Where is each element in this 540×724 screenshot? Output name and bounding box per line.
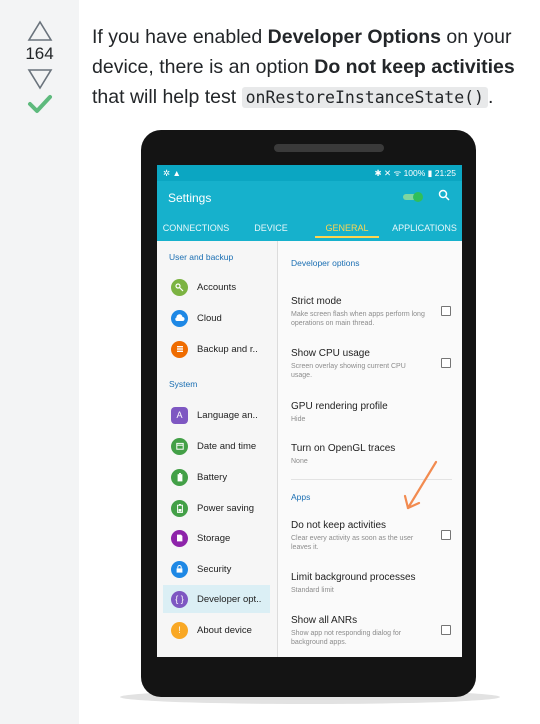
sidebar-item-label: Cloud (197, 312, 222, 324)
setting-title: Do not keep activities (291, 520, 387, 531)
power-saving-icon (171, 499, 188, 517)
cpu-usage-checkbox[interactable] (441, 358, 451, 368)
sidebar-item-accounts[interactable]: Accounts (167, 273, 272, 301)
section-user-backup: User and backup (169, 252, 234, 262)
setting-strict-mode[interactable]: Strict mode Make screen flash when apps … (291, 296, 451, 328)
answer-text-3: that will help test (92, 86, 242, 108)
sidebar-item-label: About device (197, 624, 252, 636)
tablet-speaker (274, 144, 384, 152)
status-right: ✱ ✕ ᯤ 100% ▮ 21:25 (374, 167, 456, 178)
cloud-icon (171, 309, 188, 327)
app-title: Settings (168, 191, 212, 205)
app-bar: Settings CONNECTIONS DEVICE GENERAL APPL… (157, 181, 462, 241)
setting-title: Show all ANRs (291, 615, 358, 626)
setting-show-cpu-usage[interactable]: Show CPU usage Screen overlay showing cu… (291, 348, 451, 380)
do-not-keep-activities-checkbox[interactable] (441, 530, 451, 540)
tab-device-label: DEVICE (254, 223, 288, 233)
answer-code: onRestoreInstanceState() (241, 87, 488, 108)
sidebar-item-label: Backup and r.. (197, 343, 258, 355)
answer-body: If you have enabled Developer Options on… (92, 22, 522, 113)
setting-subtitle: Hide (291, 416, 306, 423)
tab-connections[interactable]: CONNECTIONS (157, 218, 235, 241)
setting-subtitle: Clear every activity as soon as the user… (291, 535, 414, 551)
sidebar-item-label: Storage (197, 532, 231, 544)
setting-gpu-rendering-profile[interactable]: GPU rendering profile Hide (291, 401, 451, 424)
sidebar-item-label: Battery (197, 471, 228, 483)
setting-limit-background-processes[interactable]: Limit background processes Standard limi… (291, 572, 451, 595)
tab-bar: CONNECTIONS DEVICE GENERAL APPLICATIONS (157, 218, 462, 241)
sidebar-item-label: Accounts (197, 281, 237, 293)
sidebar-item-label: Language an.. (197, 409, 258, 421)
sidebar-item-about-device[interactable]: ! About device (167, 616, 272, 644)
info-icon: ! (171, 621, 188, 639)
key-icon (171, 278, 188, 296)
tab-applications[interactable]: APPLICATIONS (387, 218, 462, 241)
header-developer-options: Developer options (291, 258, 360, 268)
setting-subtitle: Standard limit (291, 587, 334, 594)
sidebar-item-backup[interactable]: Backup and r.. (167, 335, 272, 363)
header-apps: Apps (291, 492, 311, 502)
search-icon[interactable] (438, 189, 450, 201)
status-left-icons: ✲ ▲ (163, 167, 181, 178)
storage-icon (171, 529, 188, 547)
device-screen: ✲ ▲ ✱ ✕ ᯤ 100% ▮ 21:25 Settings CONNECTI… (157, 165, 462, 657)
developer-options-pane: Developer options Strict mode Make scree… (279, 241, 462, 657)
strict-mode-checkbox[interactable] (441, 306, 451, 316)
tab-applications-label: APPLICATIONS (392, 223, 457, 233)
tab-general-label: GENERAL (325, 223, 369, 233)
setting-subtitle: Show app not responding dialog for backg… (291, 630, 402, 646)
setting-show-all-anrs[interactable]: Show all ANRs Show app not responding di… (291, 615, 451, 647)
sidebar-item-label: Security (197, 563, 232, 575)
tab-connections-label: CONNECTIONS (162, 223, 230, 233)
sidebar-item-cloud[interactable]: Cloud (167, 304, 272, 332)
checkmark-icon (28, 95, 52, 113)
tab-general[interactable]: GENERAL (307, 218, 387, 241)
setting-do-not-keep-activities[interactable]: Do not keep activities Clear every activ… (291, 520, 451, 552)
status-bar: ✲ ▲ ✱ ✕ ᯤ 100% ▮ 21:25 (157, 165, 462, 181)
answer-text-4: . (488, 86, 494, 108)
sidebar-item-storage[interactable]: Storage (167, 524, 272, 552)
toggle-switch-icon[interactable] (402, 191, 424, 203)
setting-title: GPU rendering profile (291, 401, 388, 412)
setting-title: Turn on OpenGL traces (291, 443, 396, 454)
triangle-down-icon[interactable] (27, 68, 53, 90)
settings-sidebar: User and backup Accounts Cloud Backup an… (157, 241, 278, 657)
battery-icon (171, 468, 188, 486)
calendar-icon (171, 437, 188, 455)
sidebar-item-label: Developer opt.. (197, 593, 262, 605)
tab-device[interactable]: DEVICE (235, 218, 307, 241)
vote-score: 164 (25, 44, 54, 63)
sidebar-item-language[interactable]: A Language an.. (167, 401, 272, 429)
language-icon: A (171, 406, 188, 424)
sidebar-item-date-time[interactable]: Date and time (167, 432, 272, 460)
show-all-anrs-checkbox[interactable] (441, 625, 451, 635)
backup-icon (171, 340, 188, 358)
setting-title: Strict mode (291, 296, 342, 307)
setting-title: Limit background processes (291, 572, 416, 583)
sidebar-item-power-saving[interactable]: Power saving (167, 494, 272, 522)
vote-column: 164 (0, 0, 79, 724)
sidebar-item-security[interactable]: Security (167, 555, 272, 583)
annotation-arrow-icon (403, 460, 438, 510)
setting-title: Show CPU usage (291, 348, 370, 359)
setting-subtitle: Screen overlay showing current CPU usage… (291, 363, 406, 379)
setting-subtitle: Make screen flash when apps perform long… (291, 311, 425, 327)
sidebar-item-developer-options[interactable]: { } Developer opt.. (163, 585, 270, 613)
developer-icon: { } (171, 590, 188, 608)
sidebar-item-label: Date and time (197, 440, 257, 452)
triangle-up-icon[interactable] (27, 20, 53, 42)
answer-text-1: If you have enabled (92, 26, 268, 48)
sidebar-item-label: Power saving (197, 502, 255, 514)
sidebar-item-battery[interactable]: Battery (167, 463, 272, 491)
lock-icon (171, 560, 188, 578)
answer-bold-developer-options: Developer Options (267, 26, 442, 48)
section-system: System (169, 379, 198, 389)
answer-bold-do-not-keep: Do not keep activities (314, 56, 515, 78)
